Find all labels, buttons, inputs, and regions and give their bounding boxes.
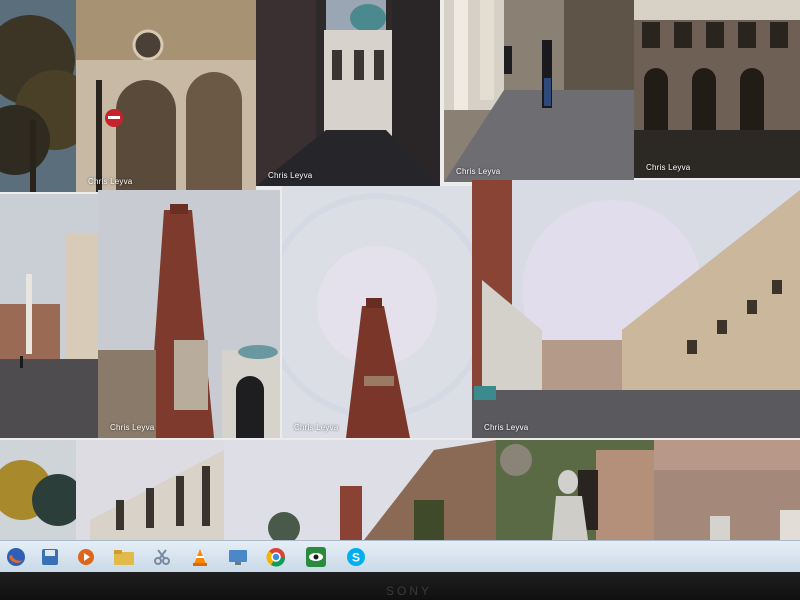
arcade-image bbox=[444, 0, 634, 182]
photo-street-dome[interactable]: Chris Leyva bbox=[256, 0, 440, 186]
balcony-image bbox=[76, 440, 224, 540]
photo-brick-wall[interactable] bbox=[654, 440, 800, 540]
vlc-cone-icon[interactable] bbox=[188, 545, 212, 569]
tower-image bbox=[98, 190, 280, 438]
tree-image bbox=[0, 0, 76, 192]
autumn-image bbox=[0, 440, 76, 540]
monitor-brand: SONY bbox=[386, 584, 433, 598]
photo-statue-ivy[interactable] bbox=[496, 440, 654, 540]
piazza-wide-image bbox=[472, 180, 800, 438]
photo-tower-distant[interactable] bbox=[224, 440, 496, 540]
photo-arcade-stairs[interactable]: Chris Leyva bbox=[444, 0, 634, 182]
display-icon[interactable] bbox=[226, 545, 250, 569]
photo-church-facade[interactable]: Chris Leyva bbox=[76, 0, 256, 192]
photo-balcony-building[interactable] bbox=[76, 440, 224, 540]
eye-app-icon[interactable] bbox=[304, 545, 328, 569]
photo-palazzo-night[interactable]: Chris Leyva bbox=[634, 0, 800, 178]
monitor-bezel: SONY bbox=[0, 572, 800, 600]
piazza-image bbox=[0, 194, 98, 438]
taskbar: S bbox=[0, 540, 800, 572]
photo-credit: Chris Leyva bbox=[456, 167, 501, 176]
media-player-icon[interactable] bbox=[74, 545, 98, 569]
photo-credit: Chris Leyva bbox=[110, 423, 155, 432]
photo-piazza-wide[interactable]: Chris Leyva bbox=[472, 180, 800, 438]
photo-credit: Chris Leyva bbox=[294, 423, 339, 432]
photo-gallery: Chris Leyva Chris Leyva Chris Leyva Chri… bbox=[0, 0, 800, 572]
tower-sky-image bbox=[282, 186, 472, 438]
photo-tower-sky[interactable]: Chris Leyva bbox=[282, 186, 472, 438]
street-image bbox=[256, 0, 440, 186]
svg-text:S: S bbox=[352, 551, 360, 565]
skype-icon[interactable]: S bbox=[344, 545, 368, 569]
folder-icon[interactable] bbox=[112, 545, 136, 569]
photo-autumn-trees[interactable] bbox=[0, 440, 76, 540]
firefox-icon[interactable] bbox=[4, 545, 28, 569]
photo-piazza-column[interactable] bbox=[0, 194, 98, 438]
church-image bbox=[76, 0, 256, 192]
statue-image bbox=[496, 440, 654, 540]
photo-tree[interactable] bbox=[0, 0, 76, 192]
photo-tower-statue[interactable]: Chris Leyva bbox=[98, 190, 280, 438]
scissors-icon[interactable] bbox=[150, 545, 174, 569]
photo-credit: Chris Leyva bbox=[88, 177, 133, 186]
photo-credit: Chris Leyva bbox=[268, 171, 313, 180]
brick-wall-image bbox=[654, 440, 800, 540]
distant-tower-image bbox=[224, 440, 496, 540]
photo-credit: Chris Leyva bbox=[646, 163, 691, 172]
photo-credit: Chris Leyva bbox=[484, 423, 529, 432]
chrome-icon[interactable] bbox=[264, 545, 288, 569]
save-disk-icon[interactable] bbox=[38, 545, 62, 569]
palazzo-image bbox=[634, 0, 800, 178]
